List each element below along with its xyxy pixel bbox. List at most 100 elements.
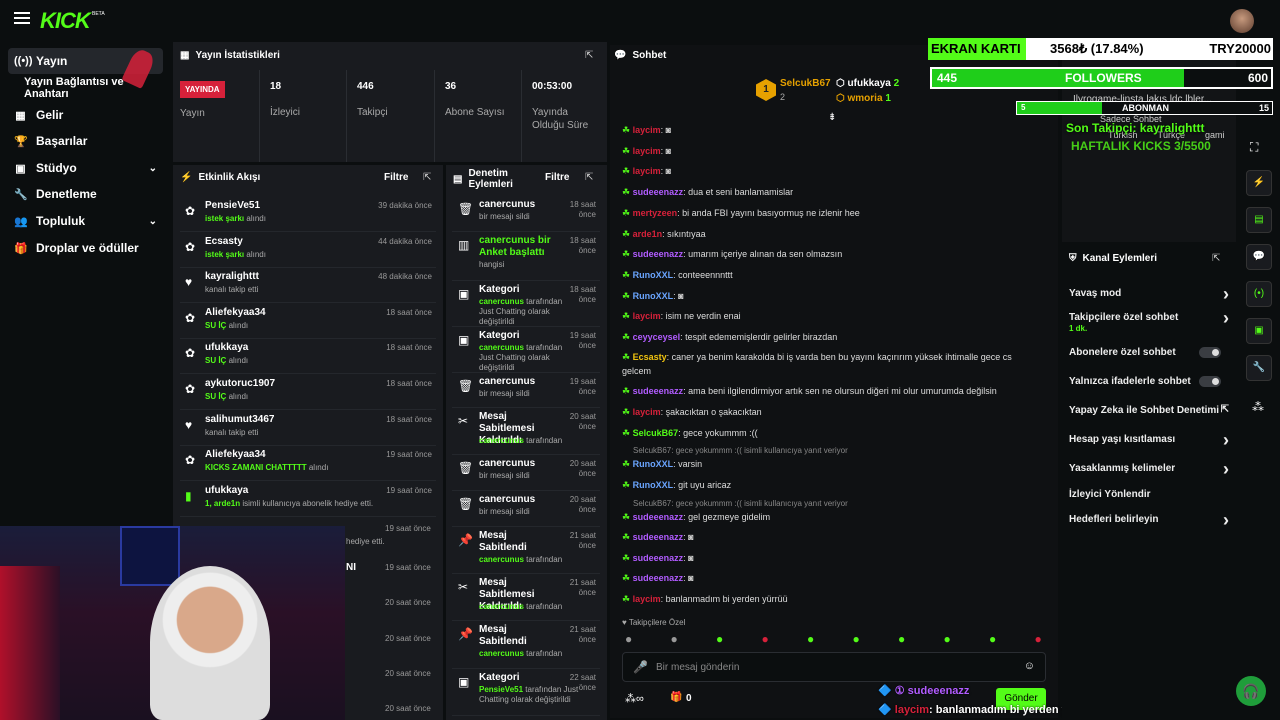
chat-username[interactable]: laycim — [633, 407, 661, 417]
popout-icon[interactable]: ⇱ — [585, 172, 593, 183]
pin-icon[interactable]: ⇟ — [828, 112, 836, 123]
moderation-row[interactable]: ✂ Mesaj Sabitlemesi Kaldırıldı canercunus … — [452, 408, 600, 455]
popout-icon[interactable]: ⇱ — [585, 50, 593, 61]
sidebar-item-basarilar[interactable]: 🏆 Başarılar — [8, 128, 163, 154]
chat-username[interactable]: sudeeenazz — [633, 532, 684, 542]
moderation-filter-button[interactable]: Filtre — [545, 172, 569, 183]
chat-username[interactable]: laycim — [633, 166, 661, 176]
sidebar-item-denetleme[interactable]: 🔧 Denetleme — [8, 181, 163, 207]
chat-username[interactable]: mertyzeen — [633, 208, 678, 218]
activity-user[interactable]: salihumut3467 — [205, 414, 274, 425]
activity-user[interactable]: ufukkaya — [205, 485, 248, 496]
chat-username[interactable]: ceyyceysel — [633, 332, 681, 342]
activity-row[interactable]: ✿ ufukkaya SU İÇ alındı 18 saat önce — [180, 338, 436, 375]
points-icon[interactable]: ⁂∞ — [625, 692, 644, 705]
activity-user[interactable]: kayralighttt — [205, 271, 259, 282]
chat-username[interactable]: sudeeenazz — [633, 187, 684, 197]
external-link-icon[interactable]: ⇱ — [1221, 404, 1229, 415]
menu-icon[interactable] — [14, 12, 30, 24]
emote-icon[interactable]: ● — [989, 632, 996, 646]
emote-icon[interactable]: ● — [944, 632, 951, 646]
moderation-row[interactable]: 🗑 canercunus bir mesajı sildi 18 saat önce — [452, 196, 600, 232]
chevron-right-icon[interactable]: › — [1223, 284, 1229, 305]
moderation-row[interactable]: 📌 Mesaj Sabitlendi canercunus tarafından 21… — [452, 621, 600, 669]
chevron-right-icon[interactable]: › — [1223, 510, 1229, 531]
activity-user[interactable]: ufukkaya — [205, 342, 248, 353]
top-gifter-name[interactable]: ⬡ wmoria 1 — [836, 93, 891, 104]
moderation-row[interactable]: ▣ Kategori canercunus tarafından Just Chat… — [452, 281, 600, 327]
emote-icon[interactable]: ● — [1035, 632, 1042, 646]
sidebar-item-gelir[interactable]: ▦ Gelir — [8, 102, 163, 128]
channel-action[interactable]: Hedefleri belirleyin › — [1069, 510, 1229, 530]
chat-username[interactable]: sudeeenazz — [633, 573, 684, 583]
popout-icon[interactable]: ⇱ — [423, 172, 431, 183]
activity-row[interactable]: ♥ kayralighttt kanalı takip etti 48 dakika … — [180, 267, 436, 304]
emote-icon[interactable]: ● — [898, 632, 905, 646]
activity-user[interactable]: Ecsasty — [205, 236, 243, 247]
channel-action[interactable]: Yasaklanmış kelimeler › — [1069, 459, 1229, 479]
channel-action[interactable]: Takipçilere özel sohbet 1 dk. › — [1069, 308, 1229, 333]
studio-icon[interactable]: ▣ — [1246, 318, 1272, 344]
channel-action[interactable]: Hesap yaşı kısıtlaması › — [1069, 430, 1229, 450]
chat-username[interactable]: laycim — [633, 146, 661, 156]
emote-icon[interactable]: ● — [625, 632, 632, 646]
emote-icon[interactable]: ● — [716, 632, 723, 646]
channel-action[interactable]: Yavaş mod › — [1069, 284, 1229, 304]
moderation-row[interactable]: ✂ Mesaj Sabitlemesi Kaldırıldı canercunus … — [452, 574, 600, 621]
bolt-icon[interactable]: ⚡ — [1246, 170, 1272, 196]
activity-row[interactable]: ✿ aykutoruc1907 SU İÇ alındı 18 saat önce — [180, 374, 436, 410]
chevron-right-icon[interactable]: › — [1223, 430, 1229, 451]
moderation-row[interactable]: 🗑 canercunus bir mesajı sildi 19 saat önce — [452, 373, 600, 408]
toggle-switch[interactable] — [1199, 347, 1221, 358]
sidebar-item-droplar[interactable]: 🎁 Droplar ve ödüller — [8, 235, 163, 261]
chevron-right-icon[interactable]: › — [1223, 308, 1229, 329]
fullscreen-icon[interactable]: ⛶ — [1250, 140, 1258, 155]
channel-action[interactable]: Yapay Zeka ile Sohbet Denetimi ⇱ — [1069, 404, 1229, 416]
activity-user[interactable]: Aliefekyaa34 — [205, 449, 266, 460]
activity-row[interactable]: ▮ ufukkaya 1, arde1n isimli kullanıcıya ab… — [180, 481, 436, 517]
activity-user[interactable]: Aliefekyaa34 — [205, 307, 266, 318]
sidebar-item-topluluk[interactable]: 👥 Topluluk ⌄ — [8, 208, 163, 234]
top-gifter-name[interactable]: ⬡ ufukkaya 2 — [836, 78, 899, 89]
channel-action[interactable]: Yalnızca ifadelerle sohbet — [1069, 376, 1229, 387]
toggle-switch[interactable] — [1199, 376, 1221, 387]
support-icon[interactable]: 🎧 — [1236, 676, 1266, 706]
chat-username[interactable]: RunoXXL — [633, 459, 674, 469]
chat-icon[interactable]: 💬 — [1246, 244, 1272, 270]
chat-username[interactable]: Ecsasty — [633, 352, 667, 362]
moderation-row[interactable]: 📌 Mesaj Sabitlendi canercunus tarafından 21… — [452, 527, 600, 574]
chat-username[interactable]: RunoXXL — [633, 480, 674, 490]
broadcast-icon[interactable]: (•) — [1246, 281, 1272, 307]
avatar[interactable] — [1230, 9, 1254, 33]
activity-row[interactable]: ✿ Aliefekyaa34 SU İÇ alındı 18 saat önce — [180, 303, 436, 339]
chevron-right-icon[interactable]: › — [1223, 459, 1229, 480]
popout-icon[interactable]: ⇱ — [1212, 253, 1220, 264]
chat-username[interactable]: laycim — [633, 125, 661, 135]
chat-username[interactable]: sudeeenazz — [633, 512, 684, 522]
activity-filter-button[interactable]: Filtre — [384, 172, 408, 183]
moderation-row[interactable]: ▣ Kategori PensieVe51 tarafından Just Chat… — [452, 669, 600, 716]
chat-username[interactable]: laycim — [633, 594, 661, 604]
sidebar-item-studyo[interactable]: ▣ Stüdyo ⌄ — [8, 155, 163, 181]
activity-user[interactable]: PensieVe51 — [205, 200, 260, 211]
chat-username[interactable]: laycim — [633, 311, 661, 321]
moderation-row[interactable]: 🗑 canercunus bir mesajı sildi 20 saat önce — [452, 491, 600, 527]
emote-icon[interactable]: ● — [671, 632, 678, 646]
kick-logo[interactable]: KICK — [40, 8, 91, 34]
emoji-icon[interactable]: ☺ — [1024, 660, 1035, 672]
chat-username[interactable]: arde1n — [633, 229, 663, 239]
activity-user[interactable]: aykutoruc1907 — [205, 378, 275, 389]
chat-username[interactable]: sudeeenazz — [633, 553, 684, 563]
emote-icon[interactable]: ● — [762, 632, 769, 646]
channel-action[interactable]: Abonelere özel sohbet — [1069, 347, 1229, 358]
document-icon[interactable]: ▤ — [1246, 207, 1272, 233]
emote-icon[interactable]: ● — [853, 632, 860, 646]
gift-icon[interactable]: 🎁 — [670, 692, 682, 703]
chat-username[interactable]: sudeeenazz — [633, 249, 684, 259]
chat-username[interactable]: RunoXXL — [633, 291, 674, 301]
chat-input[interactable]: 🎤 Bir mesaj gönderin ☺ — [622, 652, 1046, 682]
moderation-row[interactable]: ▥ canercunus bir Anket başlattı hangisi 18 … — [452, 232, 600, 281]
moderation-row[interactable]: 🗑 canercunus bir mesajı sildi 20 saat önce — [452, 455, 600, 491]
chat-username[interactable]: SelcukB67 — [633, 428, 679, 438]
activity-row[interactable]: ✿ PensieVe51 istek şarkı alındı 39 dakika ö… — [180, 196, 436, 232]
